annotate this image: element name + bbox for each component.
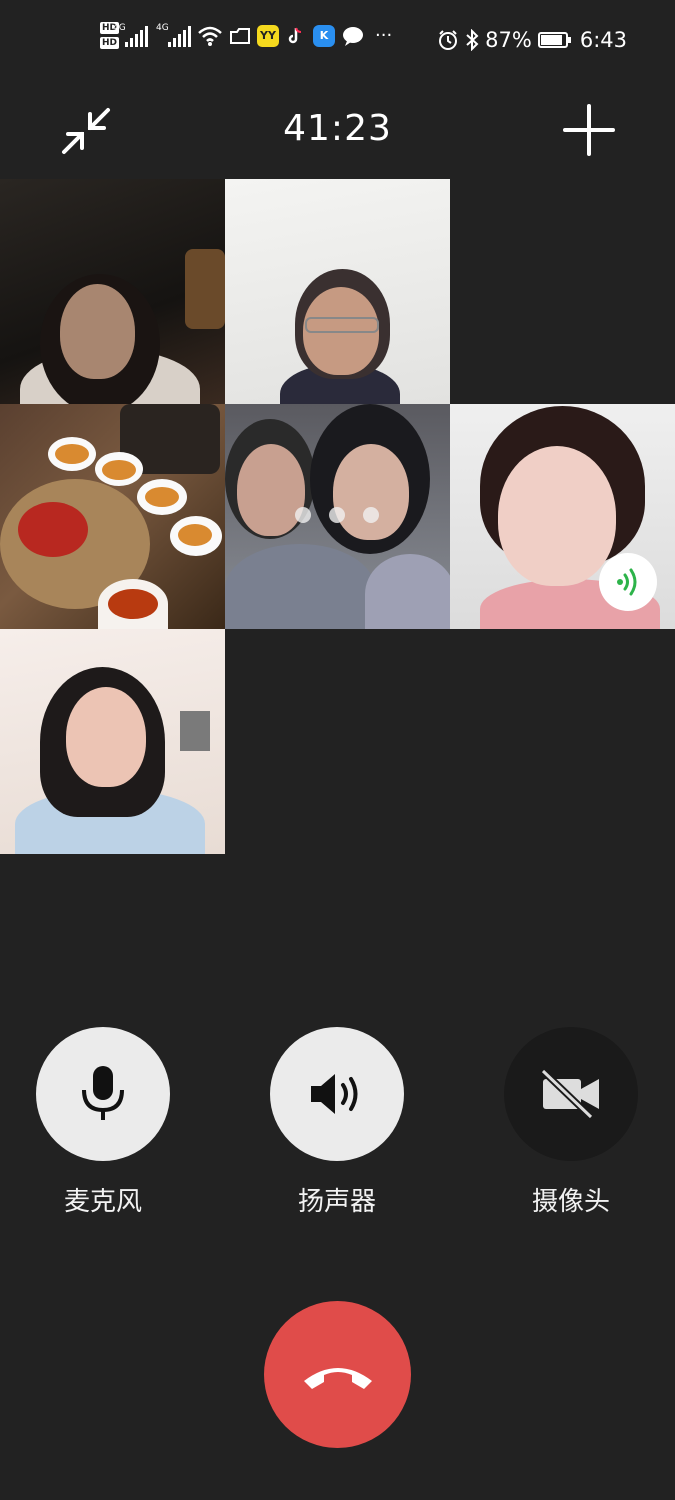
folder-icon	[230, 27, 251, 44]
microphone-button[interactable]	[36, 1027, 170, 1161]
camera-off-icon	[540, 1068, 599, 1120]
bluetooth-icon	[466, 29, 479, 51]
microphone-control[interactable]: 麦克风	[36, 1027, 170, 1218]
hd2-label: HD	[100, 37, 120, 49]
battery-icon	[537, 32, 571, 48]
microphone-icon	[82, 1066, 124, 1120]
phone-hangup-icon	[303, 1367, 372, 1389]
call-top-bar: 41:23	[0, 90, 675, 170]
more-notifications-icon: ···	[375, 25, 393, 46]
speaker-label: 扬声器	[297, 1187, 376, 1217]
yy-app-label: YY	[260, 29, 276, 42]
net2-label: 4G	[156, 22, 169, 33]
alarm-icon	[439, 30, 458, 50]
sound-waves-icon	[617, 568, 637, 596]
camera-button[interactable]	[504, 1027, 638, 1161]
participant-video-tile-6[interactable]	[0, 629, 225, 854]
speaker-icon	[311, 1074, 358, 1114]
participant-video-tile-3[interactable]	[0, 404, 225, 629]
tiktok-icon	[285, 24, 308, 47]
signal-icon-1: 4G	[113, 23, 149, 47]
status-bar-left: HD HD 4G 4G YY K ···	[100, 22, 392, 49]
plus-icon	[563, 104, 615, 156]
camera-label: 摄像头	[531, 1187, 610, 1217]
speaker-control[interactable]: 扬声器	[270, 1027, 404, 1218]
camera-control[interactable]: 摄像头	[504, 1027, 638, 1218]
speaker-button[interactable]	[270, 1027, 404, 1161]
speaking-indicator	[599, 553, 657, 611]
wifi-icon	[198, 26, 222, 46]
chat-bubble-icon	[343, 26, 364, 46]
participant-video-tile-5[interactable]	[450, 404, 675, 629]
hang-up-button[interactable]	[264, 1301, 411, 1448]
participant-video-tile-1[interactable]	[0, 179, 225, 404]
status-bar: HD HD 4G 4G YY K ··· 87% 6:43	[0, 0, 675, 86]
net1-label: 4G	[113, 22, 126, 33]
yy-app-icon: YY	[257, 24, 280, 47]
clock: 6:43	[579, 28, 627, 52]
signal-icon-2: 4G	[156, 23, 192, 47]
status-bar-right: 87% 6:43	[437, 28, 627, 52]
battery-percent: 87%	[485, 28, 532, 52]
microphone-label: 麦克风	[63, 1187, 142, 1217]
loading-dots	[295, 507, 379, 523]
participant-video-tile-2[interactable]	[225, 179, 450, 404]
kugou-k-icon: K	[313, 24, 336, 47]
add-participant-button[interactable]	[561, 102, 617, 158]
k-app-label: K	[319, 29, 329, 42]
participant-video-tile-4[interactable]	[225, 404, 450, 629]
